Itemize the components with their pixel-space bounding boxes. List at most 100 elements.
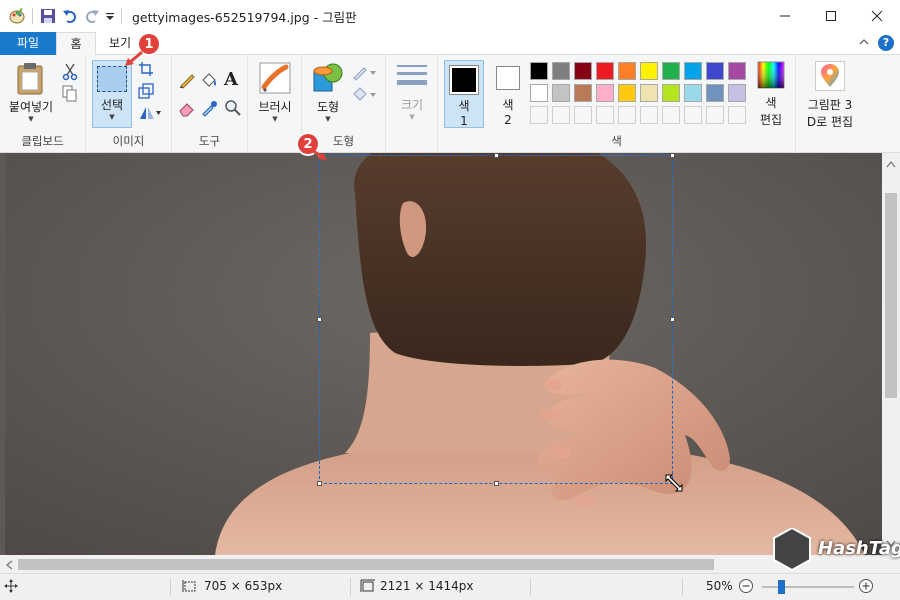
palette-swatch[interactable] xyxy=(574,62,592,80)
palette-swatch[interactable] xyxy=(728,84,746,102)
help-icon[interactable]: ? xyxy=(878,35,894,51)
brushes-button[interactable]: 브러시 ▼ xyxy=(254,61,296,123)
undo-icon[interactable] xyxy=(59,5,81,27)
copy-icon[interactable] xyxy=(62,85,80,103)
selection-size-cell: 705 × 653px xyxy=(182,579,282,593)
palette-swatch[interactable] xyxy=(618,106,636,124)
palette-swatch[interactable] xyxy=(596,62,614,80)
selection-handle[interactable] xyxy=(494,153,499,158)
vertical-scrollbar[interactable] xyxy=(882,153,900,555)
tab-home[interactable]: 홈 xyxy=(56,32,96,56)
image-size-icon xyxy=(360,579,375,592)
palette-swatch[interactable] xyxy=(618,62,636,80)
eraser-icon[interactable] xyxy=(178,99,196,117)
zoom-slider-thumb[interactable] xyxy=(778,580,785,594)
tools-group: A 도구 xyxy=(172,55,248,153)
palette-swatch[interactable] xyxy=(552,62,570,80)
palette-swatch[interactable] xyxy=(706,106,724,124)
palette-swatch[interactable] xyxy=(530,106,548,124)
edit-with-paint3d-button[interactable]: 그림판 3 D로 편집 xyxy=(800,61,860,130)
minimize-button[interactable] xyxy=(762,0,808,32)
paint-app-icon[interactable] xyxy=(6,5,28,27)
palette-swatch[interactable] xyxy=(552,106,570,124)
close-button[interactable] xyxy=(854,0,900,32)
selection-handle[interactable] xyxy=(494,481,499,486)
zoom-in-icon[interactable] xyxy=(858,578,874,594)
color1-swatch xyxy=(449,65,479,95)
selection-rectangle[interactable] xyxy=(317,153,675,486)
palette-swatch[interactable] xyxy=(574,84,592,102)
size-button[interactable]: 크기 ▼ xyxy=(392,63,432,121)
palette-swatch[interactable] xyxy=(640,106,658,124)
palette-swatch[interactable] xyxy=(706,84,724,102)
separator xyxy=(32,8,33,24)
color2-button[interactable]: 색 2 xyxy=(490,60,526,127)
image-group-label: 이미지 xyxy=(112,134,145,148)
horizontal-scrollbar[interactable] xyxy=(0,555,882,573)
edit-colors-button[interactable]: 색 편집 xyxy=(750,61,792,128)
palette-swatch[interactable] xyxy=(662,62,680,80)
status-divider xyxy=(530,578,531,596)
cut-icon[interactable] xyxy=(62,63,80,81)
palette-swatch[interactable] xyxy=(684,84,702,102)
customize-quick-access-icon[interactable] xyxy=(103,5,117,27)
tab-file[interactable]: 파일 xyxy=(0,32,56,55)
scroll-up-icon[interactable] xyxy=(886,157,896,171)
save-icon[interactable] xyxy=(37,5,59,27)
color1-label-line1: 색 xyxy=(458,99,470,113)
palette-swatch[interactable] xyxy=(662,84,680,102)
collapse-ribbon-icon[interactable] xyxy=(858,36,870,51)
palette-swatch[interactable] xyxy=(706,62,724,80)
colors-group-label: 색 xyxy=(611,134,622,148)
palette-swatch[interactable] xyxy=(728,106,746,124)
maximize-button[interactable] xyxy=(808,0,854,32)
chevron-down-icon: ▼ xyxy=(109,113,115,121)
selection-handle[interactable] xyxy=(670,153,675,158)
palette-swatch[interactable] xyxy=(530,84,548,102)
palette-swatch[interactable] xyxy=(684,106,702,124)
selection-handle[interactable] xyxy=(317,481,322,486)
status-divider xyxy=(682,578,683,596)
brushes-section: 브러시 ▼ xyxy=(248,55,302,153)
rotate-icon[interactable] xyxy=(138,105,162,123)
chevron-down-icon: ▼ xyxy=(272,115,278,123)
palette-swatch[interactable] xyxy=(596,106,614,124)
palette-swatch[interactable] xyxy=(618,84,636,102)
selection-handle[interactable] xyxy=(670,317,675,322)
shape-fill-icon[interactable] xyxy=(352,85,378,103)
fill-icon[interactable] xyxy=(200,71,218,89)
canvas-area[interactable] xyxy=(0,153,882,555)
clipboard-group-label: 클립보드 xyxy=(21,134,64,148)
zoom-slider[interactable] xyxy=(762,580,854,594)
horizontal-scroll-thumb[interactable] xyxy=(18,559,714,570)
zoom-out-icon[interactable] xyxy=(738,578,754,594)
redo-icon[interactable] xyxy=(81,5,103,27)
palette-swatch[interactable] xyxy=(596,84,614,102)
paint3d-label-line1: 그림판 3 xyxy=(807,98,853,112)
palette-swatch[interactable] xyxy=(552,84,570,102)
scroll-left-icon[interactable] xyxy=(5,559,13,573)
annotation-arrow-2 xyxy=(310,148,330,165)
selection-handle[interactable] xyxy=(317,317,322,322)
resize-icon[interactable] xyxy=(138,83,156,101)
paste-button[interactable]: 붙여넣기 ▼ xyxy=(4,61,58,123)
palette-swatch[interactable] xyxy=(684,62,702,80)
color-picker-icon[interactable] xyxy=(200,99,218,117)
brushes-label: 브러시 xyxy=(258,100,292,114)
palette-swatch[interactable] xyxy=(640,84,658,102)
palette-swatch[interactable] xyxy=(530,62,548,80)
palette-swatch[interactable] xyxy=(662,106,680,124)
image-size-cell: 2121 × 1414px xyxy=(360,579,473,593)
pencil-icon[interactable] xyxy=(178,71,196,89)
palette-swatch[interactable] xyxy=(728,62,746,80)
vertical-scroll-thumb[interactable] xyxy=(885,193,897,398)
color1-button[interactable]: 색 1 xyxy=(444,60,484,128)
palette-swatch[interactable] xyxy=(640,62,658,80)
magnifier-icon[interactable] xyxy=(224,99,242,117)
selection-size-icon xyxy=(182,580,196,592)
palette-swatch[interactable] xyxy=(574,106,592,124)
text-icon[interactable]: A xyxy=(224,69,242,90)
shapes-button[interactable]: 도형 ▼ xyxy=(308,61,348,123)
outline-icon[interactable] xyxy=(352,63,378,81)
paste-icon xyxy=(17,63,43,95)
